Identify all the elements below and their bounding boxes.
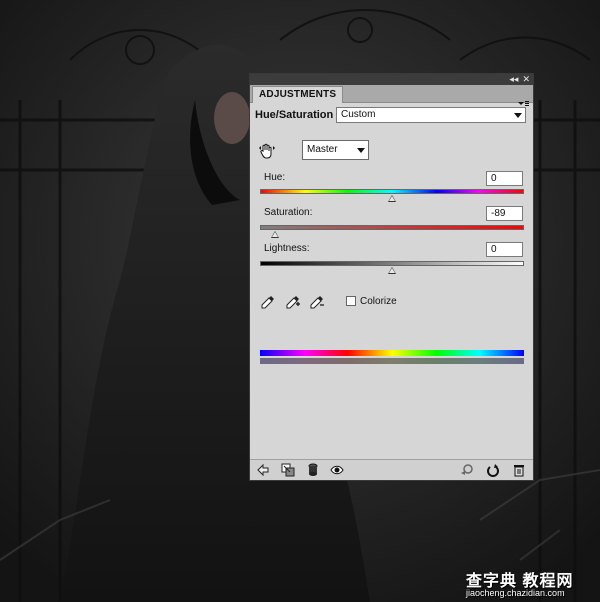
saturation-label: Saturation:: [264, 207, 313, 218]
clip-to-layer-icon[interactable]: [281, 463, 295, 477]
color-spectrum-top: [260, 350, 524, 356]
adjustment-title: Hue/Saturation: [255, 109, 334, 121]
watermark: 查字典 教程网 jiaocheng.chazidian.com: [466, 567, 600, 602]
eye-icon[interactable]: [330, 463, 344, 477]
lightness-slider-track[interactable]: [260, 261, 524, 266]
panel-footer: [250, 459, 533, 480]
saturation-slider-thumb[interactable]: [270, 231, 279, 238]
lightness-label: Lightness:: [264, 243, 310, 254]
layer-visibility-mask-icon[interactable]: [306, 463, 320, 477]
trash-icon[interactable]: [512, 463, 526, 477]
chevron-down-icon: [514, 113, 522, 118]
chevron-down-icon: [357, 148, 365, 153]
lightness-slider-thumb[interactable]: [388, 267, 396, 274]
hue-input[interactable]: 0: [486, 171, 523, 186]
close-icon[interactable]: ✕: [522, 74, 530, 85]
hue-slider-track[interactable]: [260, 189, 524, 194]
eyedropper-plus-icon[interactable]: [285, 294, 301, 310]
channel-select[interactable]: Master: [302, 140, 369, 160]
channel-value: Master: [307, 144, 338, 155]
eyedropper-minus-icon[interactable]: [309, 294, 325, 310]
colorize-checkbox[interactable]: [346, 296, 356, 306]
on-image-adjustment-icon[interactable]: [258, 142, 276, 160]
tab-adjustments[interactable]: ADJUSTMENTS: [252, 86, 344, 103]
watermark-sub: jiaocheng.chazidian.com: [466, 588, 565, 598]
panel-titlebar[interactable]: ◂◂ ✕: [250, 74, 533, 85]
back-arrow-icon[interactable]: [256, 463, 270, 477]
eyedropper-icon[interactable]: [260, 294, 276, 310]
colorize-label: Colorize: [360, 296, 397, 307]
hue-slider-thumb[interactable]: [388, 195, 396, 202]
preset-select[interactable]: Custom: [336, 107, 526, 123]
hue-label: Hue:: [264, 172, 286, 183]
lightness-input[interactable]: 0: [486, 242, 523, 257]
panel-tabbar: ADJUSTMENTS: [250, 85, 533, 106]
saturation-input[interactable]: -89: [486, 206, 523, 221]
view-previous-state-icon[interactable]: [460, 463, 474, 477]
reset-icon[interactable]: [486, 463, 500, 477]
title-controls: ◂◂ ✕: [509, 74, 530, 85]
collapse-icon[interactable]: ◂◂: [509, 74, 518, 85]
color-spectrum-bottom: [260, 358, 524, 364]
preset-value: Custom: [341, 109, 376, 120]
saturation-slider-track[interactable]: [260, 225, 524, 230]
adjustments-panel: ◂◂ ✕ ADJUSTMENTS Hue/Saturation Custom M…: [249, 73, 534, 481]
